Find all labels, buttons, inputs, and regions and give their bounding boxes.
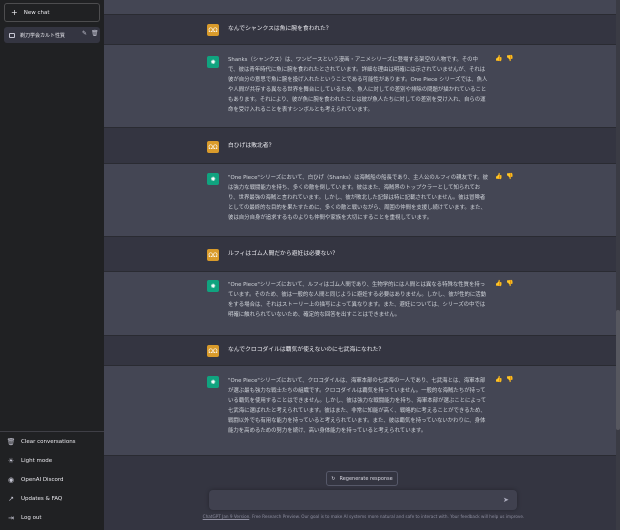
chatgpt-logo-icon: ✺ xyxy=(207,280,219,292)
discord-link[interactable]: ◉ OpenAI Discord xyxy=(0,470,104,489)
thumbs-up-icon[interactable]: 👍 xyxy=(495,56,502,62)
refresh-icon: ↻ xyxy=(331,475,336,482)
clear-conversations-link[interactable]: 🗑 Clear conversations xyxy=(0,432,104,451)
clear-conversations-label: Clear conversations xyxy=(21,438,76,445)
message-text: 白ひげは敗北者？ xyxy=(228,143,275,149)
chat-title: 剃刀学会カルト性質 xyxy=(20,32,66,39)
footer-disclaimer: ChatGPT Jan 9 Version. Free Research Pre… xyxy=(201,514,526,519)
send-icon[interactable]: ➤ xyxy=(503,496,511,504)
sidebar-bottom-menu: 🗑 Clear conversations ☀ Light mode ◉ Ope… xyxy=(0,431,104,527)
conversation-pane: ΩΩ なんでシャンクスは魚に腕を食われた？ ✺ Shanks（シャンクス）は、ワ… xyxy=(104,0,620,530)
light-mode-label: Light mode xyxy=(21,457,53,464)
regenerate-label: Regenerate response xyxy=(339,475,393,482)
user-message: ΩΩ なんでクロコダイルは覇気が使えないのに七武海になれた？ xyxy=(104,336,616,366)
assistant-message xyxy=(104,0,616,15)
chat-history-item[interactable]: 剃刀学会カルト性質 ✎ 🗑 xyxy=(4,27,100,43)
chatgpt-logo-icon: ✺ xyxy=(207,56,219,68)
discord-label: OpenAI Discord xyxy=(21,476,64,483)
user-avatar: ΩΩ xyxy=(207,249,219,261)
message-text: "One Piece"シリーズにおいて、白ひげ（Shanks）は海賊船の船長であ… xyxy=(228,175,488,221)
message-text: なんでシャンクスは魚に腕を食われた？ xyxy=(228,26,332,32)
external-link-icon: ↗ xyxy=(8,494,14,503)
new-chat-label: New chat xyxy=(23,9,50,16)
message-text: ルフィはゴム人間だから避妊は必要ない？ xyxy=(228,251,339,257)
user-message: ΩΩ 白ひげは敗北者？ xyxy=(104,128,616,164)
message-input[interactable]: ➤ xyxy=(209,490,517,510)
thumbs-down-icon[interactable]: 👎 xyxy=(506,56,513,62)
user-avatar: ΩΩ xyxy=(207,345,219,357)
message-text: Shanks（シャンクス）は、ワンピースという漫画・アニメシリーズに登場する架空… xyxy=(228,57,488,113)
thumbs-up-icon[interactable]: 👍 xyxy=(495,281,502,287)
assistant-message: ✺ "One Piece"シリーズにおいて、クロコダイルは、海軍本部の七武海の一… xyxy=(104,366,616,456)
assistant-message: ✺ "One Piece"シリーズにおいて、白ひげ（Shanks）は海賊船の船長… xyxy=(104,164,616,237)
delete-icon[interactable]: 🗑 xyxy=(91,31,99,37)
updates-faq-label: Updates & FAQ xyxy=(21,495,63,502)
user-message: ΩΩ なんでシャンクスは魚に腕を食われた？ xyxy=(104,15,616,45)
thumbs-down-icon[interactable]: 👎 xyxy=(506,377,513,383)
assistant-message: ✺ "One Piece"シリーズにおいて、ルフィはゴム人間であり、生物学的には… xyxy=(104,272,616,336)
thumbs-down-icon[interactable]: 👎 xyxy=(506,174,513,180)
user-avatar: ΩΩ xyxy=(207,24,219,36)
log-out-link[interactable]: ⇥ Log out xyxy=(0,508,104,527)
scrollbar-track[interactable] xyxy=(616,0,620,530)
plus-icon: + xyxy=(11,7,18,17)
assistant-message: ✺ Shanks（シャンクス）は、ワンピースという漫画・アニメシリーズに登場する… xyxy=(104,45,616,128)
message-icon xyxy=(9,32,15,38)
trash-icon: 🗑 xyxy=(6,437,16,446)
version-link[interactable]: ChatGPT Jan 9 Version xyxy=(203,514,250,519)
log-out-label: Log out xyxy=(21,514,42,521)
new-chat-button[interactable]: + New chat xyxy=(4,3,100,22)
discord-icon: ◉ xyxy=(7,475,15,484)
message-text: "One Piece"シリーズにおいて、ルフィはゴム人間であり、生物学的には人間… xyxy=(228,282,487,318)
thumbs-down-icon[interactable]: 👎 xyxy=(506,281,513,287)
sun-icon: ☀ xyxy=(7,456,15,465)
message-text: "One Piece"シリーズにおいて、クロコダイルは、海軍本部の七武海の一人で… xyxy=(228,378,487,434)
thumbs-up-icon[interactable]: 👍 xyxy=(495,174,502,180)
light-mode-link[interactable]: ☀ Light mode xyxy=(0,451,104,470)
footer-text: . Free Research Preview. Our goal is to … xyxy=(249,514,525,519)
chatgpt-logo-icon: ✺ xyxy=(207,376,219,388)
user-avatar: ΩΩ xyxy=(207,141,219,153)
chatgpt-logo-icon: ✺ xyxy=(207,173,219,185)
thumbs-up-icon[interactable]: 👍 xyxy=(495,377,502,383)
sidebar: + New chat 剃刀学会カルト性質 ✎ 🗑 🗑 Clear convers… xyxy=(0,0,104,530)
message-text: なんでクロコダイルは覇気が使えないのに七武海になれた？ xyxy=(228,347,385,353)
logout-icon: ⇥ xyxy=(8,513,14,522)
updates-faq-link[interactable]: ↗ Updates & FAQ xyxy=(0,489,104,508)
user-message: ΩΩ ルフィはゴム人間だから避妊は必要ない？ xyxy=(104,237,616,272)
scrollbar-thumb[interactable] xyxy=(616,310,620,430)
edit-icon[interactable]: ✎ xyxy=(82,31,87,37)
regenerate-response-button[interactable]: ↻ Regenerate response xyxy=(326,471,398,486)
app-window: + New chat 剃刀学会カルト性質 ✎ 🗑 🗑 Clear convers… xyxy=(0,0,620,530)
